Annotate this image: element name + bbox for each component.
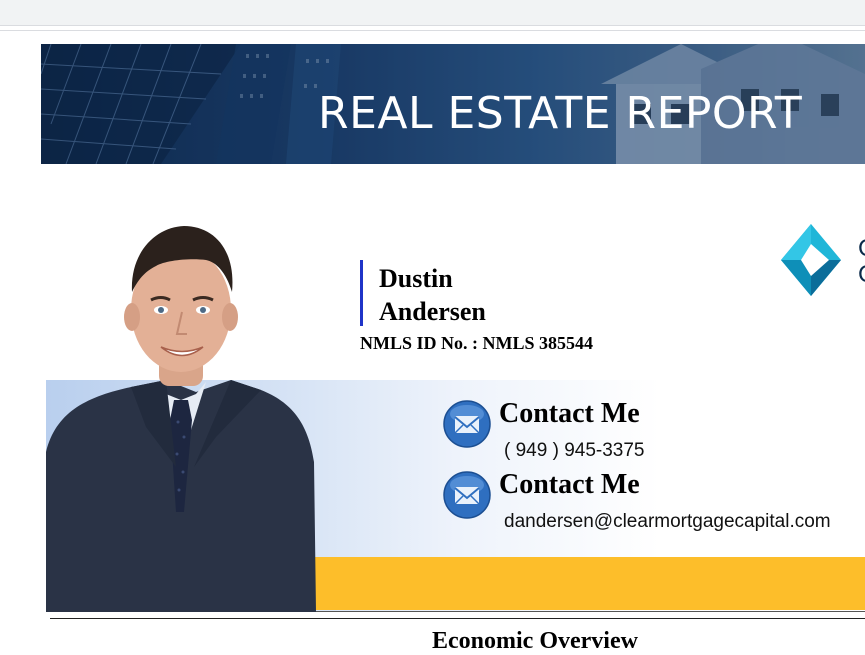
divider: [50, 618, 865, 619]
name-accent-bar: [360, 260, 363, 326]
banner-title: REAL ESTATE REPORT: [318, 88, 803, 139]
company-logo-text: C C: [858, 236, 865, 288]
contact-phone-title: Contact Me: [499, 398, 640, 429]
contact-phone-value[interactable]: ( 949 ) 945-3375: [504, 440, 645, 462]
report-banner: REAL ESTATE REPORT: [41, 44, 865, 164]
browser-toolbar: [0, 0, 865, 26]
contact-email-value[interactable]: dandersen@clearmortgagecapital.com: [504, 511, 831, 533]
envelope-icon[interactable]: [443, 471, 491, 519]
contact-email-title: Contact Me: [499, 469, 640, 500]
accent-band: [315, 557, 865, 610]
agent-first-name: Dustin: [379, 264, 453, 293]
agent-name: Dustin Andersen: [379, 262, 579, 328]
company-logo-icon: [781, 224, 841, 296]
envelope-icon[interactable]: [443, 400, 491, 448]
agent-last-name: Andersen: [379, 297, 486, 326]
company-logo-text-glyph: C C: [858, 236, 865, 288]
divider: [0, 30, 865, 31]
agent-photo: [46, 226, 316, 612]
nmls-id: NMLS ID No. : NMLS 385544: [360, 333, 594, 353]
